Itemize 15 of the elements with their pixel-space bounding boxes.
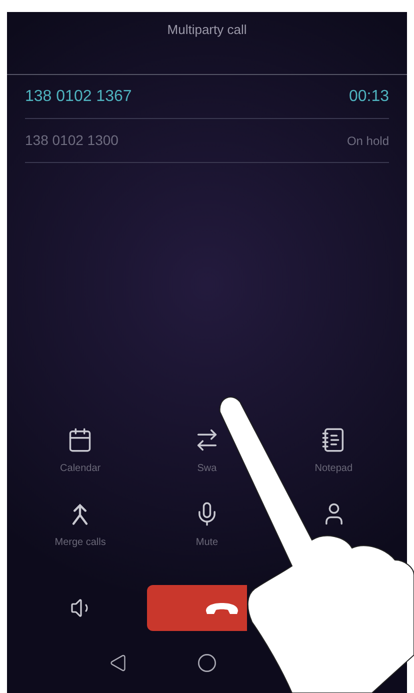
hang-up-icon [205, 602, 239, 614]
action-label: Mute [196, 536, 218, 550]
back-icon[interactable] [109, 654, 127, 672]
action-label: Notepad [314, 462, 353, 476]
action-label: Calendar [60, 462, 101, 476]
calendar-icon [67, 427, 94, 453]
action-label: Merge calls [54, 536, 106, 550]
call-status: On hold [346, 132, 389, 150]
end-call-button[interactable] [147, 585, 247, 631]
home-icon[interactable] [197, 653, 217, 673]
call-status: 00:13 [348, 86, 389, 106]
phone-number: 138 0102 1300 [25, 131, 118, 150]
screen-title: Multiparty call [166, 21, 248, 39]
action-label: Swa [197, 462, 217, 476]
phone-number: 138 0102 1367 [25, 86, 132, 106]
